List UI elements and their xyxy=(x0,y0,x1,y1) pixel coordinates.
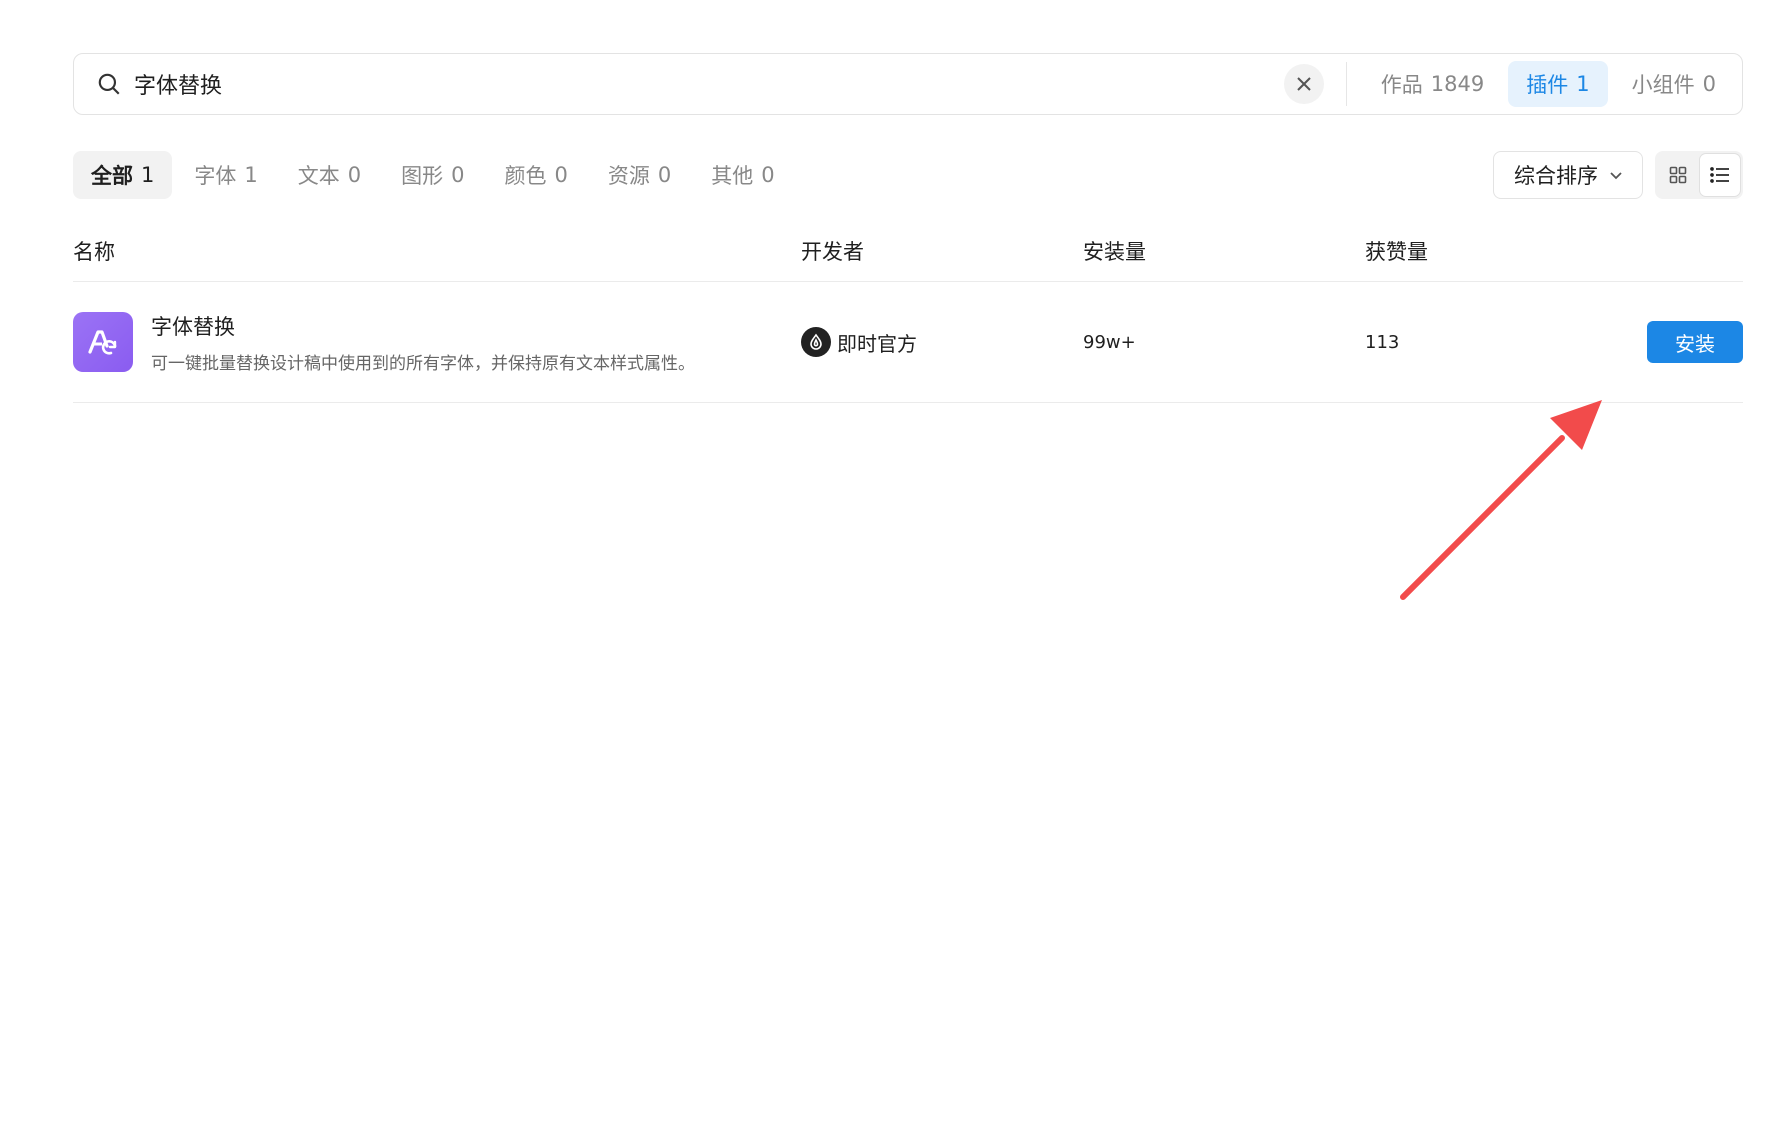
tab-label: 作品 xyxy=(1380,73,1423,97)
header-installs: 安装量 xyxy=(1083,240,1146,264)
category-count: 1 xyxy=(244,163,258,187)
category-count: 0 xyxy=(554,163,568,187)
category-label: 资源 xyxy=(607,164,650,188)
tab-count: 1 xyxy=(1576,72,1590,96)
category-label: 颜色 xyxy=(504,164,547,188)
developer-cell: 即时官方 xyxy=(801,327,1083,357)
scope-tab-works[interactable]: 作品 1849 xyxy=(1363,61,1502,107)
chevron-down-icon xyxy=(1608,167,1624,183)
category-tab-font[interactable]: 字体 1 xyxy=(176,151,275,199)
header-likes: 获赞量 xyxy=(1365,240,1428,264)
plugin-description: 可一键批量替换设计稿中使用到的所有字体，并保持原有文本样式属性。 xyxy=(151,353,695,374)
plugin-name-text: 字体替换 可一键批量替换设计稿中使用到的所有字体，并保持原有文本样式属性。 xyxy=(151,311,695,374)
plugin-search-page: 作品 1849 插件 1 小组件 0 全部 1 字体 1 文本 0 图形 0 颜色 0 资源 0 … xyxy=(73,53,1743,403)
table-row[interactable]: 字体替换 可一键批量替换设计稿中使用到的所有字体，并保持原有文本样式属性。 即时… xyxy=(73,282,1743,403)
developer-name[interactable]: 即时官方 xyxy=(837,328,917,357)
search-input[interactable] xyxy=(132,70,1284,98)
install-count: 99w+ xyxy=(1083,331,1136,353)
view-toggle xyxy=(1655,151,1743,199)
plugin-name-cell: 字体替换 可一键批量替换设计稿中使用到的所有字体，并保持原有文本样式属性。 xyxy=(73,311,801,374)
install-button[interactable]: 安装 xyxy=(1647,321,1743,363)
category-label: 全部 xyxy=(91,164,133,188)
category-label: 文本 xyxy=(297,164,340,188)
category-count: 0 xyxy=(761,163,775,187)
category-tab-resource[interactable]: 资源 0 xyxy=(590,151,689,199)
divider xyxy=(1345,62,1347,106)
category-count: 1 xyxy=(141,163,155,187)
table-header: 名称 开发者 安装量 获赞量 xyxy=(73,231,1743,282)
search-bar: 作品 1849 插件 1 小组件 0 xyxy=(73,53,1743,115)
search-icon xyxy=(96,71,122,97)
plugin-title: 字体替换 xyxy=(151,314,235,339)
font-replace-plugin-icon xyxy=(73,312,133,372)
category-count: 0 xyxy=(657,163,672,187)
scope-tab-plugins[interactable]: 插件 1 xyxy=(1508,61,1608,107)
category-tab-other[interactable]: 其他 0 xyxy=(693,151,792,199)
category-label: 字体 xyxy=(194,164,237,188)
category-tab-color[interactable]: 颜色 0 xyxy=(487,151,586,199)
clear-search-button[interactable] xyxy=(1283,64,1324,104)
tab-label: 小组件 xyxy=(1631,73,1695,97)
category-label: 其他 xyxy=(711,164,754,188)
sort-label: 综合排序 xyxy=(1514,164,1598,188)
tab-label: 插件 xyxy=(1526,73,1569,97)
category-tab-all[interactable]: 全部 1 xyxy=(73,151,173,199)
like-count: 113 xyxy=(1365,331,1400,353)
list-icon xyxy=(1710,167,1729,183)
grid-icon xyxy=(1669,166,1687,184)
tab-count: 1849 xyxy=(1430,72,1485,96)
category-label: 图形 xyxy=(401,164,444,188)
category-tab-text[interactable]: 文本 0 xyxy=(280,151,379,199)
sort-dropdown[interactable]: 综合排序 xyxy=(1493,151,1643,199)
list-view-button[interactable] xyxy=(1700,154,1740,196)
filter-row: 全部 1 字体 1 文本 0 图形 0 颜色 0 资源 0 其他 0 综合排序 xyxy=(73,151,1743,199)
header-name: 名称 xyxy=(73,240,115,264)
developer-logo-icon xyxy=(801,327,831,357)
category-tab-shape[interactable]: 图形 0 xyxy=(383,151,482,199)
header-developer: 开发者 xyxy=(801,240,864,264)
scope-tab-widgets[interactable]: 小组件 0 xyxy=(1614,61,1734,107)
category-count: 0 xyxy=(451,163,465,187)
close-icon xyxy=(1297,77,1311,91)
category-count: 0 xyxy=(347,163,362,187)
grid-view-button[interactable] xyxy=(1658,154,1698,196)
tab-count: 0 xyxy=(1702,72,1716,96)
